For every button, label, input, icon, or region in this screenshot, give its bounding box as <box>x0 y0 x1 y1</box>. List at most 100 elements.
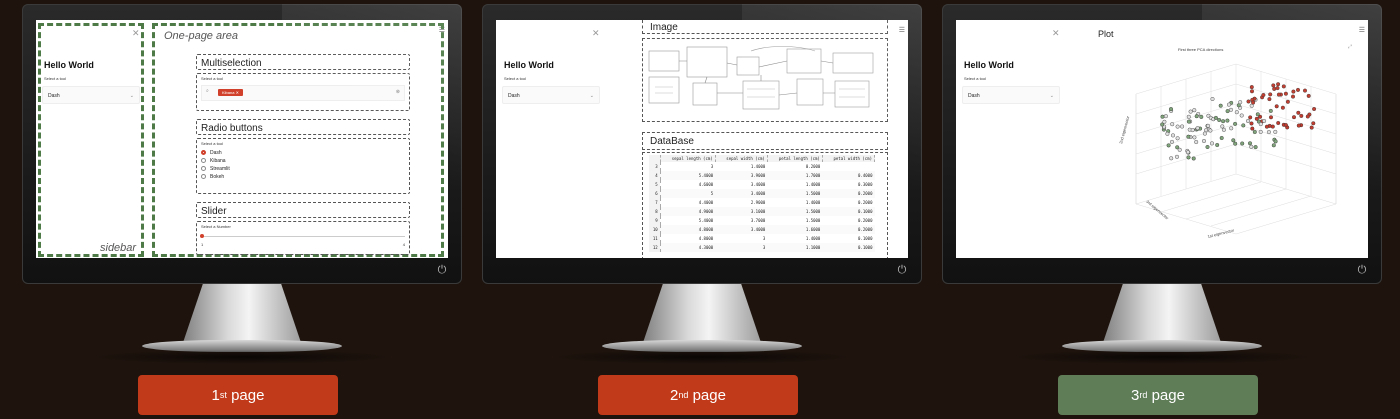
select-label: Select a tool <box>504 76 527 81</box>
scatter-point <box>1276 82 1281 87</box>
scatter-point <box>1249 144 1254 149</box>
scatter-point <box>1199 114 1204 119</box>
slider-header: Slider <box>196 202 410 218</box>
scatter-point <box>1177 147 1182 152</box>
radio-option[interactable]: Bokeh <box>201 173 405 181</box>
plot-page-title: Plot <box>1098 29 1114 39</box>
radio-selected-icon <box>201 150 206 156</box>
scatter-point <box>1241 123 1246 128</box>
table-cell: 4.8000 <box>698 236 714 241</box>
caption-suffix: st <box>219 390 227 400</box>
table-header-row: sepal length (cm) sepal width (cm) petal… <box>649 155 876 162</box>
scatter-point <box>1285 99 1290 104</box>
scatter-point <box>1275 86 1280 91</box>
image-header <box>642 20 888 34</box>
scatter-point <box>1234 110 1239 115</box>
scatter-point <box>1248 115 1253 120</box>
caption-text: page <box>1147 386 1185 404</box>
scatter-point <box>1280 105 1285 110</box>
scatter-point <box>1245 118 1250 123</box>
caption-number: 3 <box>1131 386 1140 404</box>
expand-icon[interactable]: ⤢ <box>1348 44 1352 50</box>
scatter-point <box>1229 126 1234 131</box>
scatter-point <box>1175 154 1180 159</box>
table-header-cell[interactable]: petal width (cm) <box>822 155 876 162</box>
selected-tag[interactable]: Kibana ✕ <box>218 89 243 96</box>
database-title: DataBase <box>650 136 694 147</box>
scatter-point <box>1296 110 1301 115</box>
data-table: sepal length (cm) sepal width (cm) petal… <box>649 155 876 252</box>
row-index-cell: 10 <box>649 225 661 234</box>
pca-3d-scatter-plot[interactable]: 2nd eigenvector 3rd eigenvector 1st eige… <box>1116 54 1356 244</box>
table-cell: 5 <box>660 189 716 198</box>
scatter-point <box>1268 92 1273 97</box>
multiselect-input[interactable]: ⌕ Kibana ✕ ⊗ <box>201 85 405 101</box>
table-header-cell[interactable]: petal length (cm) <box>767 155 823 162</box>
radio-option[interactable]: Kibana <box>201 157 405 165</box>
scatter-point <box>1296 123 1301 128</box>
slider-min: 1 <box>201 242 204 247</box>
tool-select-value: Dash <box>968 93 980 99</box>
table-row: 9 5.4000 3.7000 1.5000 0.2000 <box>649 216 875 225</box>
scatter-point <box>1249 89 1254 94</box>
scatter-point <box>1205 144 1210 149</box>
scatter-point <box>1194 139 1199 144</box>
scatter-point <box>1186 119 1191 124</box>
tool-select[interactable]: Dash ⌄ <box>962 86 1060 104</box>
radio-option[interactable]: Dash <box>201 149 405 157</box>
row-index-cell: 7 <box>649 198 661 207</box>
scatter-point <box>1170 139 1175 144</box>
sidebar-title: Hello World <box>504 60 554 70</box>
monitor-shadow <box>552 350 852 364</box>
scatter-point <box>1220 124 1225 129</box>
menu-icon[interactable]: ☰ <box>1359 26 1365 34</box>
architecture-diagram-image <box>648 46 874 110</box>
scatter-point <box>1262 118 1267 123</box>
selected-tag-label: Kibana <box>222 90 235 95</box>
scatter-point <box>1239 113 1244 118</box>
radio-option-label: Streamlit <box>210 166 230 172</box>
table-row: 3 3 1.4000 0.2000 <box>649 162 875 171</box>
scatter-point <box>1311 121 1316 126</box>
power-icon[interactable]: ⏻ <box>896 264 908 276</box>
radio-option[interactable]: Streamlit <box>201 165 405 173</box>
scatter-point <box>1175 124 1180 129</box>
table-cell: 3 <box>715 243 768 252</box>
sidebar-title: Hello World <box>964 60 1014 70</box>
scatter-point <box>1225 118 1230 123</box>
table-row: 6 5 3.4000 1.5000 0.2000 <box>649 189 875 198</box>
table-cell: 0.1000 <box>822 207 875 216</box>
menu-icon[interactable]: ☰ <box>899 26 905 34</box>
app-screen-page-1: ✕ Hello World Select a tool Dash ⌄ ☰ One… <box>36 20 448 258</box>
tool-select[interactable]: Dash ⌄ <box>502 86 600 104</box>
table-cell: 5.4000 <box>698 218 714 223</box>
row-index-cell: 9 <box>649 216 661 225</box>
chart-title: First three PCA directions <box>1178 47 1224 52</box>
power-icon[interactable]: ⏻ <box>436 264 448 276</box>
sidebar: ✕ Hello World Select a tool Dash ⌄ <box>496 20 616 258</box>
table-cell: 0.4000 <box>822 171 875 180</box>
table-cell: 3.4000 <box>750 182 766 187</box>
table-cell: 3.7000 <box>750 218 766 223</box>
table-cell: 1.5000 <box>767 189 823 198</box>
scatter-point <box>1302 88 1307 93</box>
table-header-cell[interactable]: sepal length (cm) <box>660 155 716 162</box>
slider-handle[interactable] <box>200 234 204 238</box>
scatter-point <box>1253 145 1258 150</box>
table-header-cell[interactable]: sepal width (cm) <box>715 155 768 162</box>
scatter-point <box>1217 117 1222 122</box>
close-icon[interactable]: ✕ <box>592 28 600 39</box>
table-cell: 1.5000 <box>767 207 823 216</box>
clear-icon[interactable]: ⊗ <box>396 89 400 95</box>
table-cell: 1.5000 <box>805 218 821 223</box>
search-icon: ⌕ <box>206 88 209 94</box>
slider-track[interactable] <box>201 236 405 237</box>
close-icon[interactable]: ✕ <box>1052 28 1060 39</box>
scatter-point <box>1273 139 1278 144</box>
chevron-down-icon: ⌄ <box>1049 93 1054 99</box>
table-cell: 4.3000 <box>660 243 716 252</box>
power-icon[interactable]: ⏻ <box>1356 264 1368 276</box>
row-index-cell: 8 <box>649 207 661 216</box>
scatter-point <box>1281 84 1286 89</box>
table-cell: 3.4000 <box>715 189 768 198</box>
